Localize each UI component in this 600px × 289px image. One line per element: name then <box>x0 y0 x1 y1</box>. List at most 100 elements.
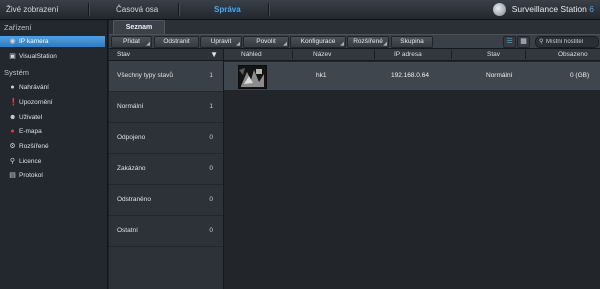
filter-row-count: 0 <box>209 227 213 234</box>
filter-row-normal[interactable]: Normální 1 <box>109 92 223 123</box>
table-header: Náhled Název IP adresa Stav Obsazeno <box>224 49 600 61</box>
brand-version: 6 <box>589 4 594 14</box>
filter-icon[interactable]: ▼ <box>210 49 218 60</box>
filter-row-disabled[interactable]: Zakázáno 0 <box>109 154 223 185</box>
filter-header: Stav ▼ <box>109 49 223 61</box>
app-logo-icon <box>493 3 506 16</box>
tab-timeline[interactable]: Časová osa <box>116 0 158 19</box>
list-view-icon[interactable]: ☰ <box>503 36 516 48</box>
grid-view-icon[interactable]: ▦ <box>517 36 530 48</box>
gear-icon: ⚙ <box>9 143 16 150</box>
dropdown-arrow-icon: ◢ <box>236 41 240 47</box>
filter-row-count: 0 <box>209 165 213 172</box>
tab-management[interactable]: Správa <box>214 0 241 19</box>
filter-row-all[interactable]: Všechny typy stavů 1 <box>109 61 223 92</box>
camera-table: Náhled Název IP adresa Stav Obsazeno hk1 <box>224 49 600 289</box>
filter-row-label: Odpojeno <box>117 134 146 141</box>
sidebar-item-label: Protokol <box>19 172 43 179</box>
sidebar-group-system: Systém <box>4 68 30 77</box>
search-icon: ⚲ <box>539 39 544 45</box>
sidebar-item-label: Nahrávání <box>19 84 49 91</box>
sidebar-item-advanced[interactable]: ⚙ Rozšířené <box>0 141 105 152</box>
column-header-preview[interactable]: Náhled <box>241 49 262 60</box>
tab-divider <box>268 3 270 16</box>
status-filter-panel: Stav ▼ Všechny typy stavů 1 Normální 1 O… <box>109 49 224 289</box>
sidebar-item-label: IP kamera <box>19 38 49 45</box>
filter-row-count: 0 <box>209 134 213 141</box>
filter-row-label: Všechny typy stavů <box>117 72 173 79</box>
brand-name: Surveillance Station <box>511 4 587 14</box>
sidebar-item-emap[interactable]: ● E-mapa <box>0 126 105 137</box>
add-button[interactable]: Přidat ◢ <box>111 36 152 48</box>
camera-name: hk1 <box>316 72 327 79</box>
tab-divider <box>88 3 90 16</box>
sidebar-item-label: Licence <box>19 158 42 165</box>
remove-button[interactable]: Odstranit <box>154 36 199 48</box>
column-divider <box>525 50 526 59</box>
sidebar-item-label: E-mapa <box>19 128 42 135</box>
sidebar-item-label: VisualStation <box>19 53 57 60</box>
sidebar-item-license[interactable]: ⚲ Licence <box>0 156 105 167</box>
add-button-label: Přidat <box>123 38 140 45</box>
filter-row-count: 0 <box>209 196 213 203</box>
filter-row-label: Zakázáno <box>117 165 146 172</box>
tab-live-view[interactable]: Živé zobrazení <box>6 0 58 19</box>
monitor-icon: ▣ <box>9 53 16 60</box>
camera-snapshot-image <box>239 66 266 88</box>
alert-icon: ❗ <box>9 99 18 106</box>
enable-button-label: Povolit <box>256 38 276 45</box>
map-pin-icon: ● <box>10 128 15 135</box>
filter-row-label: Normální <box>117 103 144 110</box>
camera-icon: ◉ <box>9 38 16 45</box>
sidebar-item-user[interactable]: ☻ Uživatel <box>0 112 105 123</box>
sidebar-item-label: Uživatel <box>19 114 43 121</box>
tab-list[interactable]: Seznam <box>113 20 165 35</box>
column-header-status[interactable]: Stav <box>487 49 500 60</box>
sidebar-item-visualstation[interactable]: ▣ VisualStation <box>0 51 105 62</box>
dropdown-arrow-icon: ◢ <box>146 41 150 47</box>
camera-preview-thumbnail <box>238 65 267 89</box>
sidebar-item-recording[interactable]: ● Nahrávání <box>0 82 105 93</box>
sidebar: Zařízení ◉ IP kamera ▣ VisualStation Sys… <box>0 20 108 289</box>
configure-button-label: Konfigurace <box>300 38 336 45</box>
filter-header-label: Stav <box>117 51 131 58</box>
table-row[interactable]: hk1 192.168.0.64 Normální 0 (GB) <box>224 62 600 90</box>
app-brand: Surveillance Station 6 <box>512 0 594 19</box>
filter-row-count: 1 <box>209 72 213 79</box>
top-navigation-bar: Živé zobrazení Časová osa Správa Surveil… <box>0 0 600 20</box>
record-icon: ● <box>10 84 15 91</box>
column-header-used[interactable]: Obsazeno <box>558 49 588 60</box>
search-field[interactable]: ⚲ <box>535 36 599 48</box>
search-input[interactable] <box>546 37 596 47</box>
sidebar-item-label: Upozornění <box>19 99 53 106</box>
sidebar-item-notifications[interactable]: ❗ Upozornění <box>0 97 105 108</box>
edit-button[interactable]: Upravit ◢ <box>200 36 242 48</box>
filter-row-disconnected[interactable]: Odpojeno 0 <box>109 123 223 154</box>
main-panel: Seznam Přidat ◢ Odstranit Upravit ◢ Povoli… <box>109 20 600 289</box>
advanced-button-label: Rozšířené <box>353 38 383 45</box>
filter-row-other[interactable]: Ostatní 0 <box>109 216 223 247</box>
column-header-name[interactable]: Název <box>313 49 331 60</box>
sidebar-group-devices: Zařízení <box>4 23 32 32</box>
enable-button[interactable]: Povolit ◢ <box>243 36 289 48</box>
column-header-ip[interactable]: IP adresa <box>394 49 422 60</box>
tab-divider <box>178 3 180 16</box>
advanced-button[interactable]: Rozšířené ◢ <box>347 36 389 48</box>
filter-row-count: 1 <box>209 103 213 110</box>
toolbar: Přidat ◢ Odstranit Upravit ◢ Povolit ◢ Konf… <box>109 34 600 49</box>
sidebar-item-ip-camera[interactable]: ◉ IP kamera <box>0 36 105 47</box>
group-button[interactable]: Skupina <box>391 36 433 48</box>
column-divider <box>451 50 452 59</box>
sidebar-item-label: Rozšířené <box>19 143 49 150</box>
configure-button[interactable]: Konfigurace ◢ <box>290 36 346 48</box>
filter-row-label: Ostatní <box>117 227 138 234</box>
sidebar-item-log[interactable]: ▤ Protokol <box>0 170 105 181</box>
key-icon: ⚲ <box>9 158 16 165</box>
dropdown-arrow-icon: ◢ <box>383 41 387 47</box>
user-icon: ☻ <box>9 114 17 121</box>
filter-row-deleted[interactable]: Odstraněno 0 <box>109 185 223 216</box>
camera-ip: 192.168.0.64 <box>391 72 429 79</box>
column-divider <box>292 50 293 59</box>
filter-row-label: Odstraněno <box>117 196 151 203</box>
dropdown-arrow-icon: ◢ <box>283 41 287 47</box>
